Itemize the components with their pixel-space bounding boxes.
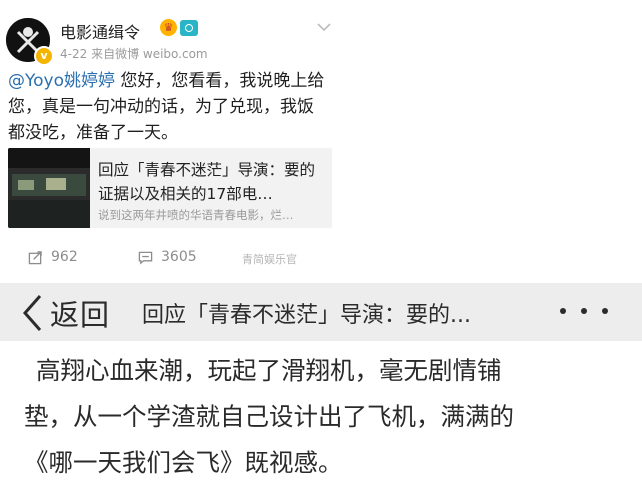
watermark: 青简娱乐官	[242, 253, 297, 266]
comment-count: 3605	[161, 249, 197, 265]
repost-count: 962	[51, 249, 78, 265]
comment-icon	[138, 251, 153, 265]
verified-badge-icon: v	[34, 46, 54, 66]
mention-link[interactable]: @Yoyo姚婷婷	[8, 71, 115, 91]
more-dot-icon	[560, 308, 566, 314]
page-title: 回应「青春不迷茫」导演：要的...	[142, 303, 471, 328]
article-line: 高翔心血来潮，玩起了滑翔机，毫无剧情铺	[36, 356, 502, 385]
shared-article-desc: 说到这两年井喷的华语青春电影，烂…	[98, 208, 294, 222]
shared-article-title: 回应「青春不迷茫」导演：要的证据以及相关的17部电…	[98, 161, 316, 203]
shared-article-thumbnail	[8, 148, 90, 228]
post-source: 来自微博 weibo.com	[91, 47, 208, 61]
post-date: 4-22	[60, 47, 88, 61]
repost-icon	[28, 250, 42, 264]
article-line: 《哪一天我们会飞》既视感。	[24, 448, 343, 477]
article-line: 垫，从一个学渣就自己设计出了飞机，满满的	[24, 402, 514, 431]
nav-bar: 返回 回应「青春不迷茫」导演：要的...	[0, 283, 642, 341]
comment-button[interactable]: 3605	[138, 249, 197, 265]
back-button[interactable]: 返回	[20, 292, 110, 334]
back-label: 返回	[50, 298, 111, 332]
user-badges: ♛	[160, 19, 198, 36]
weibo-post-card: v 电影通缉令 ♛ 4-22 来自微博 weibo.com @Yoyo姚婷婷 您…	[0, 0, 338, 283]
more-dot-icon	[602, 308, 608, 314]
username[interactable]: 电影通缉令	[60, 19, 140, 43]
more-options-button[interactable]	[560, 297, 608, 325]
camera-badge-icon	[180, 20, 198, 36]
crown-badge-icon: ♛	[160, 19, 177, 36]
repost-button[interactable]: 962	[28, 249, 78, 265]
more-dot-icon	[581, 308, 587, 314]
chevron-down-icon[interactable]	[316, 18, 332, 32]
article-body: 高翔心血来潮，玩起了滑翔机，毫无剧情铺 垫，从一个学渣就自己设计出了飞机，满满的…	[24, 348, 624, 486]
post-meta: 4-22 来自微博 weibo.com	[60, 45, 208, 62]
chevron-left-icon	[22, 295, 42, 331]
post-text: @Yoyo姚婷婷 您好，您看看，我说晚上给您，真是一句冲动的话，为了兑现，我饭都…	[8, 68, 330, 146]
shared-article-card[interactable]: 回应「青春不迷茫」导演：要的证据以及相关的17部电… 说到这两年井喷的华语青春电…	[8, 148, 332, 228]
